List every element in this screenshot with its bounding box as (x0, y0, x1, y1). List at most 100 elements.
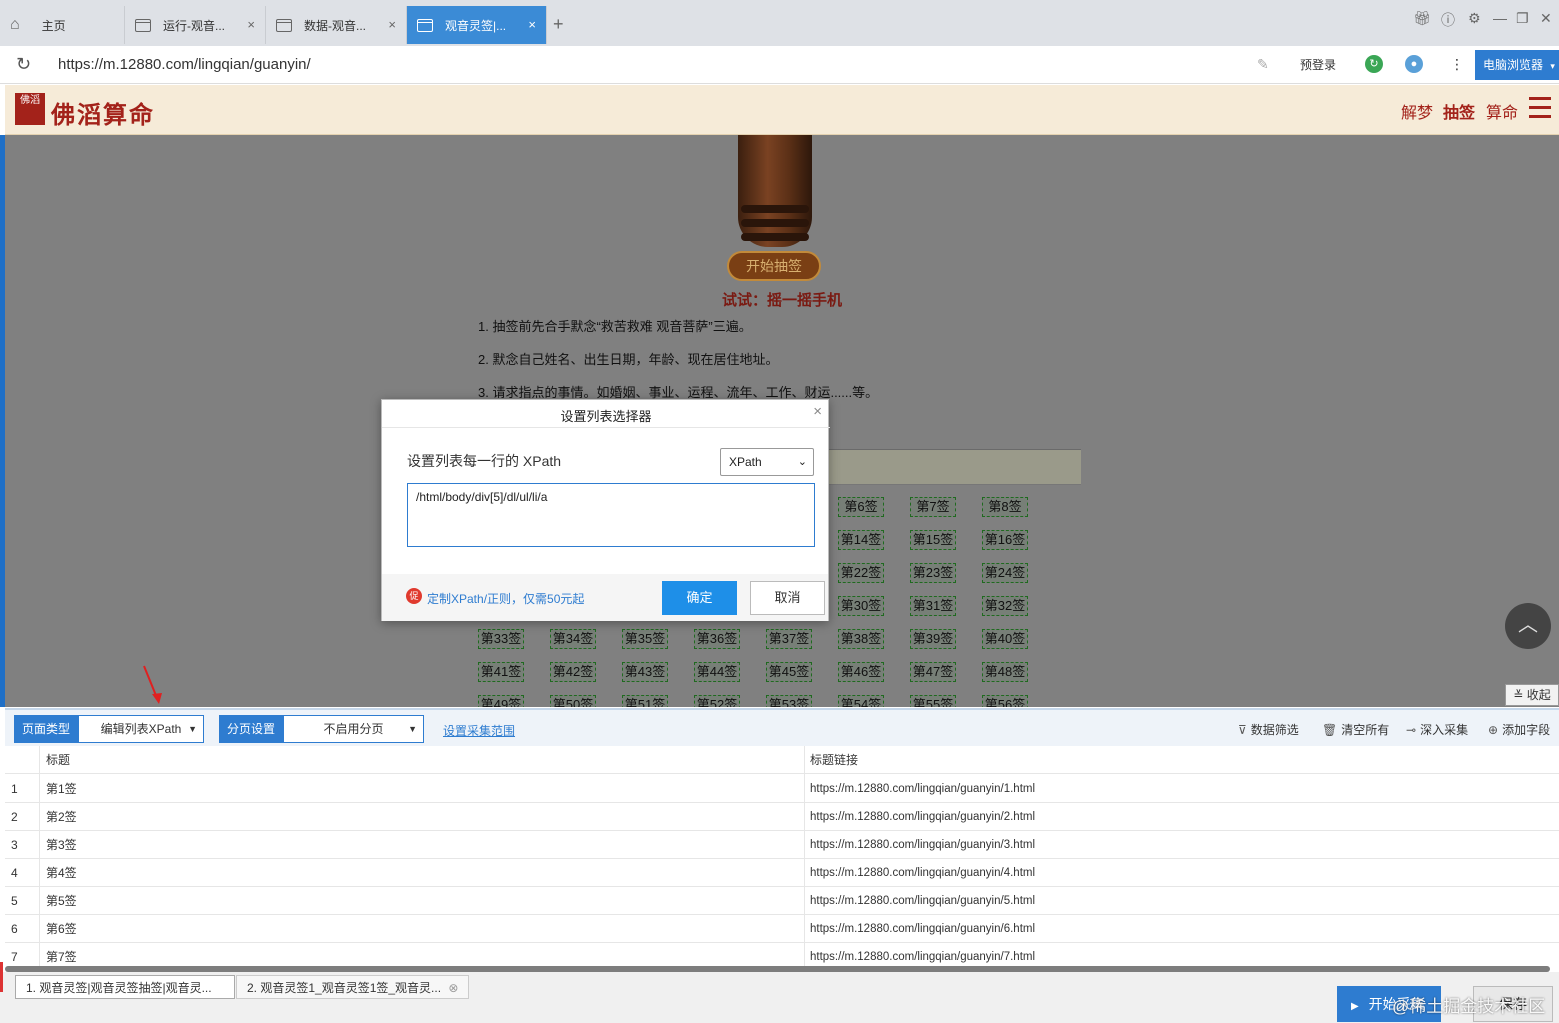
tab-guanyin[interactable]: 观音灵签|... × (407, 6, 547, 44)
lot-link[interactable]: 第15签 (910, 530, 956, 550)
column-header-link[interactable]: 标题链接 (810, 746, 858, 774)
lot-link[interactable]: 第22签 (838, 563, 884, 583)
table-row[interactable]: 5 第5签 https://m.12880.com/lingqian/guany… (5, 887, 1559, 915)
close-circle-icon[interactable]: ⊗ (448, 981, 458, 995)
scroll-top-button[interactable]: ︿ (1505, 603, 1551, 649)
lot-link[interactable]: 第47签 (910, 662, 956, 682)
start-draw-button[interactable]: 开始抽签 (727, 251, 821, 281)
lot-link[interactable]: 第55签 (910, 695, 956, 707)
cell-link[interactable]: https://m.12880.com/lingqian/guanyin/5.h… (810, 887, 1035, 915)
lot-link[interactable]: 第38签 (838, 629, 884, 649)
clear-all-button[interactable]: 🗑︎ 清空所有 (1322, 721, 1389, 738)
url-field[interactable]: https://m.12880.com/lingqian/guanyin/ (58, 56, 311, 73)
close-icon[interactable]: × (813, 403, 822, 420)
table-row[interactable]: 2 第2签 https://m.12880.com/lingqian/guany… (5, 803, 1559, 831)
prelogin-button[interactable]: 预登录 (1300, 56, 1336, 73)
task-tab-1[interactable]: 1. 观音灵签|观音灵签抽签|观音灵... (15, 975, 235, 999)
lot-link[interactable]: 第41签 (478, 662, 524, 682)
add-field-button[interactable]: ⊕ 添加字段 (1488, 721, 1550, 738)
close-icon[interactable]: × (388, 17, 396, 32)
extension-icon[interactable]: ● (1405, 55, 1423, 73)
gear-icon[interactable]: ⚙ (1468, 10, 1481, 27)
lot-link[interactable]: 第42签 (550, 662, 596, 682)
lot-link[interactable]: 第45签 (766, 662, 812, 682)
pencil-icon[interactable]: ✎ (1257, 56, 1269, 73)
cell-title[interactable]: 第4签 (46, 859, 77, 887)
lot-link[interactable]: 第6签 (838, 497, 884, 517)
lot-link[interactable]: 第36签 (694, 629, 740, 649)
lot-link[interactable]: 第34签 (550, 629, 596, 649)
cell-title[interactable]: 第5签 (46, 887, 77, 915)
confirm-button[interactable]: 确定 (662, 581, 737, 615)
lot-link[interactable]: 第24签 (982, 563, 1028, 583)
filter-button[interactable]: ⊽ 数据筛选 (1238, 721, 1299, 738)
lot-link[interactable]: 第46签 (838, 662, 884, 682)
column-header-title[interactable]: 标题 (46, 746, 70, 774)
cell-title[interactable]: 第6签 (46, 915, 77, 943)
cancel-button[interactable]: 取消 (750, 581, 825, 615)
lot-link[interactable]: 第30签 (838, 596, 884, 616)
lot-link[interactable]: 第35签 (622, 629, 668, 649)
lot-link[interactable]: 第48签 (982, 662, 1028, 682)
set-range-link[interactable]: 设置采集范围 (443, 722, 515, 739)
lot-link[interactable]: 第53签 (766, 695, 812, 707)
lot-link[interactable]: 第50签 (550, 695, 596, 707)
lot-link[interactable]: 第49签 (478, 695, 524, 707)
lot-link[interactable]: 第39签 (910, 629, 956, 649)
nav-dream[interactable]: 解梦 (1401, 99, 1433, 123)
close-icon[interactable]: × (528, 17, 536, 32)
lot-link[interactable]: 第54签 (838, 695, 884, 707)
cell-link[interactable]: https://m.12880.com/lingqian/guanyin/1.h… (810, 775, 1035, 803)
cell-link[interactable]: https://m.12880.com/lingqian/guanyin/6.h… (810, 915, 1035, 943)
selector-type-select[interactable]: XPath ⌄ (720, 448, 814, 476)
task-tab-2[interactable]: 2. 观音灵签1_观音灵签1签_观音灵... ⊗ (236, 975, 469, 999)
help-icon[interactable]: ⓘ (1441, 10, 1455, 30)
cell-title[interactable]: 第2签 (46, 803, 77, 831)
lot-link[interactable]: 第44签 (694, 662, 740, 682)
cell-link[interactable]: https://m.12880.com/lingqian/guanyin/2.h… (810, 803, 1035, 831)
menu-icon[interactable] (1529, 97, 1551, 119)
pc-browser-button[interactable]: 电脑浏览器 ▾ (1475, 50, 1559, 80)
lot-link[interactable]: 第52签 (694, 695, 740, 707)
lot-link[interactable]: 第43签 (622, 662, 668, 682)
custom-xpath-promo-link[interactable]: 定制XPath/正则，仅需50元起 (427, 590, 584, 607)
lot-link[interactable]: 第23签 (910, 563, 956, 583)
table-row[interactable]: 1 第1签 https://m.12880.com/lingqian/guany… (5, 775, 1559, 803)
gift-icon[interactable]: 🎁︎ (1413, 10, 1431, 27)
collapse-button[interactable]: ≚ 收起 (1505, 684, 1559, 706)
cell-title[interactable]: 第1签 (46, 775, 77, 803)
lot-link[interactable]: 第7签 (910, 497, 956, 517)
deep-collect-button[interactable]: ⊸ 深入采集 (1406, 721, 1468, 738)
new-tab-button[interactable]: + (553, 14, 564, 35)
xpath-input[interactable]: /html/body/div[5]/dl/ul/li/a (407, 483, 815, 547)
more-icon[interactable]: ⋮ (1450, 56, 1464, 73)
nav-fortune[interactable]: 算命 (1486, 99, 1518, 123)
close-icon[interactable]: × (247, 17, 255, 32)
tab-data[interactable]: 数据-观音... × (266, 6, 407, 44)
lot-link[interactable]: 第51签 (622, 695, 668, 707)
lot-link[interactable]: 第14签 (838, 530, 884, 550)
restore-icon[interactable]: ❐ (1516, 10, 1529, 27)
lot-link[interactable]: 第8签 (982, 497, 1028, 517)
lot-link[interactable]: 第16签 (982, 530, 1028, 550)
cell-link[interactable]: https://m.12880.com/lingqian/guanyin/4.h… (810, 859, 1035, 887)
lot-link[interactable]: 第40签 (982, 629, 1028, 649)
site-logo[interactable]: 佛滔算命 (51, 95, 155, 130)
paging-select[interactable]: 不启用分页 ▼ (283, 715, 424, 743)
lot-link[interactable]: 第56签 (982, 695, 1028, 707)
nav-lots[interactable]: 抽签 (1443, 99, 1475, 123)
lot-link[interactable]: 第32签 (982, 596, 1028, 616)
table-row[interactable]: 4 第4签 https://m.12880.com/lingqian/guany… (5, 859, 1559, 887)
lot-link[interactable]: 第31签 (910, 596, 956, 616)
minimize-icon[interactable]: — (1493, 10, 1507, 26)
cell-title[interactable]: 第3签 (46, 831, 77, 859)
cell-link[interactable]: https://m.12880.com/lingqian/guanyin/3.h… (810, 831, 1035, 859)
reload-icon[interactable]: ↻ (16, 54, 31, 75)
table-row[interactable]: 3 第3签 https://m.12880.com/lingqian/guany… (5, 831, 1559, 859)
tab-home[interactable]: ⌂ 主页 (0, 6, 125, 44)
tab-run[interactable]: 运行-观音... × (125, 6, 266, 44)
lot-link[interactable]: 第33签 (478, 629, 524, 649)
lot-link[interactable]: 第37签 (766, 629, 812, 649)
table-row[interactable]: 6 第6签 https://m.12880.com/lingqian/guany… (5, 915, 1559, 943)
close-window-icon[interactable]: ✕ (1540, 10, 1552, 27)
